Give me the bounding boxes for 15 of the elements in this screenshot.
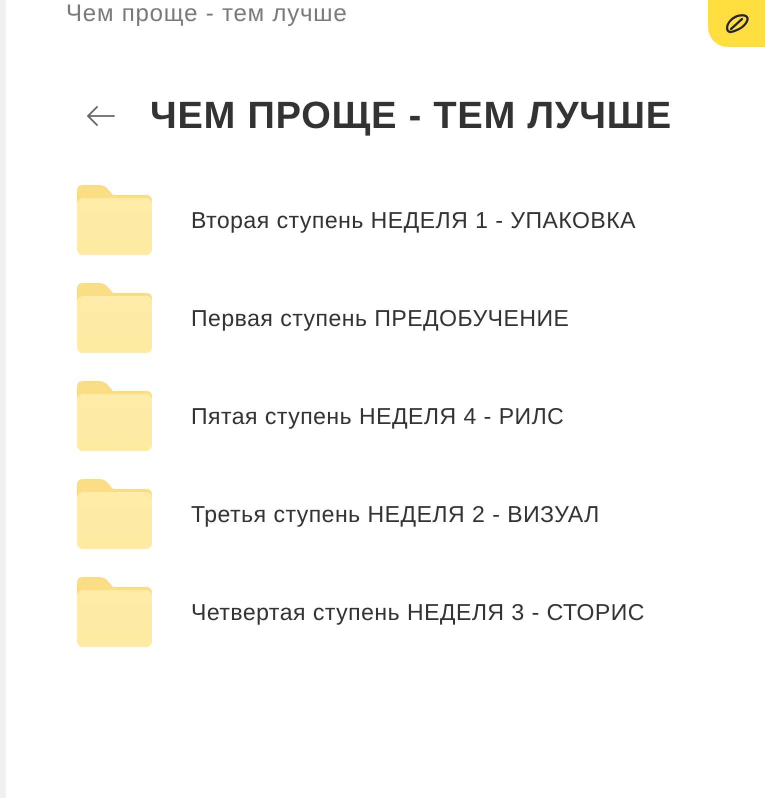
folder-item[interactable]: Вторая ступень НЕДЕЛЯ 1 - УПАКОВКА [77, 185, 636, 255]
folder-icon [77, 381, 152, 451]
edit-button[interactable] [708, 0, 765, 47]
folder-icon [77, 185, 152, 255]
folder-item[interactable]: Четвертая ступень НЕДЕЛЯ 3 - СТОРИС [77, 577, 645, 647]
breadcrumb-text: Чем проще - тем лучше [66, 0, 348, 28]
page-title: ЧЕМ ПРОЩЕ - ТЕМ ЛУЧШЕ [150, 94, 672, 138]
folder-item[interactable]: Третья ступень НЕДЕЛЯ 2 - ВИЗУАЛ [77, 479, 600, 549]
folder-icon [77, 577, 152, 647]
back-arrow-icon[interactable] [86, 106, 115, 126]
folder-icon [77, 479, 152, 549]
folder-item[interactable]: Первая ступень ПРЕДОБУЧЕНИЕ [77, 283, 570, 353]
pen-icon [724, 14, 748, 34]
folder-icon [77, 283, 152, 353]
folder-item[interactable]: Пятая ступень НЕДЕЛЯ 4 - РИЛС [77, 381, 564, 451]
